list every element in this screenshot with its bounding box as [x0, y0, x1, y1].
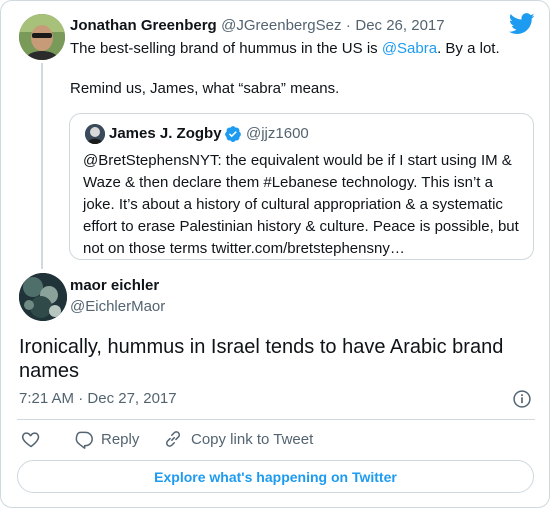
author-name[interactable]: maor eichler: [70, 277, 159, 294]
twitter-bird-icon[interactable]: [509, 13, 535, 35]
like-button[interactable]: [21, 429, 49, 449]
parent-tweet-header: Jonathan Greenberg @JGreenbergSez · Dec …: [70, 17, 445, 35]
explore-label[interactable]: Explore what's happening on Twitter: [154, 469, 397, 485]
quoted-text-line: effort to erase Palestinian history & cu…: [83, 218, 519, 235]
quoted-text-line: Waze & then declare them #Lebanese techn…: [83, 174, 493, 191]
author-handle: @jjz1600: [246, 125, 309, 142]
info-icon[interactable]: [512, 389, 532, 409]
quoted-tweet-header: James J. Zogby: [109, 125, 222, 143]
mention-link[interactable]: @Sabra: [382, 40, 437, 57]
author-handle[interactable]: @EichlerMaor: [70, 298, 165, 315]
author-name: James J. Zogby: [109, 125, 222, 142]
separator: ·: [78, 390, 84, 407]
tweet-time[interactable]: 7:21 AM: [19, 390, 74, 407]
reply-label[interactable]: Reply: [101, 431, 139, 448]
tweet-date[interactable]: Dec 26, 2017: [355, 17, 444, 34]
reply-icon: [75, 431, 93, 449]
quoted-tweet-text: @BretStephensNYT: the equivalent would b…: [83, 150, 528, 260]
heart-icon: [21, 432, 40, 448]
divider: [17, 419, 535, 420]
tweet-timestamp[interactable]: 7:21 AM · Dec 27, 2017: [19, 390, 177, 407]
explore-twitter-button[interactable]: Explore what's happening on Twitter: [17, 460, 534, 493]
embedded-tweet-card: Jonathan Greenberg @JGreenbergSez · Dec …: [0, 0, 550, 508]
avatar: [85, 124, 105, 144]
separator: ·: [345, 17, 351, 34]
parent-tweet-text: The best-selling brand of hummus in the …: [70, 39, 500, 59]
avatar[interactable]: [19, 273, 67, 321]
main-tweet-text-line2: names: [19, 360, 80, 382]
thread-line: [41, 63, 43, 269]
verified-badge-icon: [225, 126, 241, 142]
author-name[interactable]: Jonathan Greenberg: [70, 17, 217, 34]
parent-tweet-text-line2: Remind us, James, what “sabra” means.: [70, 80, 340, 97]
copy-link-button[interactable]: Copy link to Tweet: [163, 429, 313, 449]
reply-button[interactable]: Reply: [73, 429, 139, 449]
tweet-text-part: . By a lot.: [437, 40, 500, 57]
copy-link-label[interactable]: Copy link to Tweet: [191, 431, 313, 448]
avatar[interactable]: [19, 14, 65, 60]
tweet-date[interactable]: Dec 27, 2017: [87, 390, 176, 407]
tweet-text-part: The best-selling brand of hummus in the …: [70, 40, 382, 57]
link-icon: [165, 431, 181, 447]
main-tweet-text-line1: Ironically, hummus in Israel tends to ha…: [19, 336, 504, 358]
quoted-text-line: @BretStephensNYT: the equivalent would b…: [83, 152, 512, 169]
author-handle[interactable]: @JGreenbergSez: [221, 17, 341, 34]
quoted-text-line: not on those terms twitter.com/bretsteph…: [83, 240, 405, 257]
quoted-text-line: joke. It’s about a history of cultural a…: [83, 196, 503, 213]
